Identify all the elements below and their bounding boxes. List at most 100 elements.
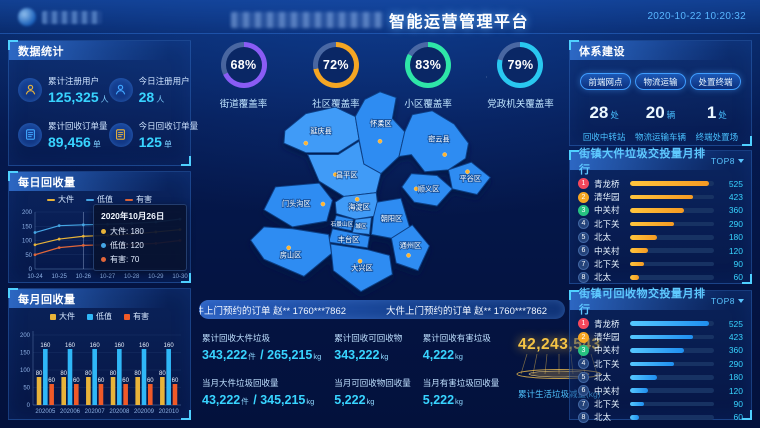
svg-text:10-29: 10-29 (148, 274, 164, 280)
system-stats: 28处 回收中转站 20辆 物流运输车辆 1处 终端处置场 (570, 90, 751, 143)
panel-system-construction: 体系建设 前端网点 物流运输 处置终端 28处 回收中转站 20辆 物流运输车辆… (569, 40, 752, 146)
svg-text:60: 60 (147, 378, 154, 384)
rank-badge: 7 (578, 259, 589, 270)
svg-text:60: 60 (73, 378, 80, 384)
rank-name: 北下关 (594, 398, 625, 410)
ranking-row: 6中关村120 (578, 244, 743, 257)
panel-daily-recovery: 每日回收量 大件低值有害 05010015020010-2410-2510-26… (8, 171, 191, 283)
rank-bar (630, 181, 714, 186)
district-label: 通州区 (400, 241, 421, 250)
svg-text:202008: 202008 (109, 409, 130, 415)
rank-bar (630, 321, 714, 326)
user-icon (18, 78, 42, 102)
rank-name: 北太 (594, 231, 625, 243)
summary-stats: 累计回收大件垃圾 343,222件 / 265,215kg 当月大件垃圾回收量 … (202, 332, 564, 407)
gauge-ring: 83% (405, 42, 451, 88)
app-logo-redacted (42, 11, 102, 24)
rank-value: 525 (719, 179, 743, 189)
app-logo-icon (18, 8, 36, 26)
rank-badge: 1 (578, 178, 589, 189)
rank-name: 清华园 (594, 191, 625, 203)
rank-bar (630, 335, 714, 340)
rank-bar (630, 275, 714, 280)
svg-text:80: 80 (134, 371, 141, 377)
district-label: 房山区 (280, 250, 301, 259)
rank-bar (630, 262, 714, 267)
header: 智能运营管理平台 2020-10-22 10:20:32 (0, 0, 760, 34)
rank-bar (630, 208, 714, 213)
svg-text:60: 60 (98, 378, 105, 384)
rank-badge: 1 (578, 318, 589, 329)
svg-text:202007: 202007 (85, 409, 106, 415)
rank-badge: 7 (578, 399, 589, 410)
summary-col-recyclable: 累计回收可回收物 343,222kg 当月可回收物回收量 5,222kg (334, 332, 411, 407)
rank-value: 360 (719, 345, 743, 355)
svg-text:202006: 202006 (60, 409, 81, 415)
order-icon (109, 123, 133, 147)
svg-text:200: 200 (22, 210, 33, 216)
ranking-row: 7 北下关 90 (578, 397, 743, 410)
tab-disposal-terminal[interactable]: 处置终端 (690, 73, 741, 90)
svg-text:0: 0 (29, 267, 33, 273)
stat-label: 今日注册用户 (139, 75, 190, 87)
gauge-ring: 79% (497, 42, 543, 88)
rank-value: 290 (719, 219, 743, 229)
ranking-row: 2清华园423 (578, 190, 743, 203)
dashboard: 智能运营管理平台 2020-10-22 10:20:32 数据统计 累计注册用户… (0, 0, 760, 428)
panel-title-text: 每日回收量 (18, 174, 76, 190)
rank-badge: 8 (578, 272, 589, 283)
panel-title: 街镇大件垃圾交投量月排行 TOP8 (570, 151, 751, 170)
rank-badge: 2 (578, 192, 589, 203)
top8-select[interactable]: TOP8 (711, 156, 744, 166)
rank-bar (630, 375, 714, 380)
stat-item: 累计注册用户125,325人 (18, 75, 109, 104)
rank-badge: 4 (578, 218, 589, 229)
datetime: 2020-10-22 10:20:32 (647, 11, 746, 22)
svg-text:60: 60 (48, 378, 55, 384)
chevron-down-icon (738, 159, 744, 163)
tab-front-end-network[interactable]: 前端网点 (580, 73, 631, 90)
svg-text:50: 50 (23, 386, 30, 392)
rank-bar (630, 222, 714, 227)
rank-value: 90 (719, 399, 743, 409)
svg-text:100: 100 (20, 368, 31, 374)
district-label: 大兴区 (351, 264, 372, 273)
station-dot (321, 202, 325, 206)
rank-value: 180 (719, 232, 743, 242)
summary-col-bulky: 累计回收大件垃圾 343,222件 / 265,215kg 当月大件垃圾回收量 … (202, 332, 322, 407)
district-label: 朝阳区 (381, 214, 402, 223)
stat-label: 累计注册用户 (48, 75, 109, 87)
svg-text:10-28: 10-28 (124, 274, 140, 280)
svg-text:10-27: 10-27 (100, 274, 116, 280)
district-label: 怀柔区 (370, 119, 391, 128)
summary-cell: 当月有害垃圾回收量 5,222kg (423, 377, 500, 407)
stat-grid: 累计注册用户125,325人今日注册用户28人累计回收订单量89,456单今日回… (9, 60, 190, 149)
district-label: 顺义区 (418, 186, 439, 194)
panel-title: 街镇可回收物交投量月排行 TOP8 (570, 291, 751, 310)
svg-text:160: 160 (40, 343, 51, 349)
rank-name: 中关村 (594, 204, 625, 216)
gauge-ring: 72% (313, 42, 359, 88)
rank-bar (630, 235, 714, 240)
district-label: 延庆县 (310, 127, 331, 136)
rank-bar (630, 248, 714, 253)
ranking-row: 5北太180 (578, 231, 743, 244)
legend-item: 低值 (87, 311, 112, 322)
summary-cell: 累计回收有害垃圾 4,222kg (423, 332, 500, 362)
svg-text:160: 160 (139, 343, 150, 349)
svg-text:200: 200 (20, 333, 31, 339)
panel-title-text: 街镇可回收物交投量月排行 (579, 285, 711, 317)
ranking-row: 4北下关290 (578, 217, 743, 230)
rank-badge: 4 (578, 358, 589, 369)
rank-badge: 6 (578, 385, 589, 396)
rank-name: 北太 (594, 371, 625, 383)
ranking-row: 1青龙桥525 (578, 317, 743, 330)
panel-data-stats: 数据统计 累计注册用户125,325人今日注册用户28人累计回收订单量89,45… (8, 40, 191, 166)
ranking-list: 1青龙桥5252清华园4233中关村3604北下关2905北太1806中关村12… (570, 170, 751, 284)
rank-value: 290 (719, 359, 743, 369)
ticker-item: 大件上门预约的订单 赵** 1760***7862 (199, 303, 346, 317)
monthly-chart-legend: 大件低值有害 (9, 310, 190, 323)
top8-select[interactable]: TOP8 (711, 296, 744, 306)
tab-logistics[interactable]: 物流运输 (635, 73, 686, 90)
station-dot (465, 170, 469, 174)
